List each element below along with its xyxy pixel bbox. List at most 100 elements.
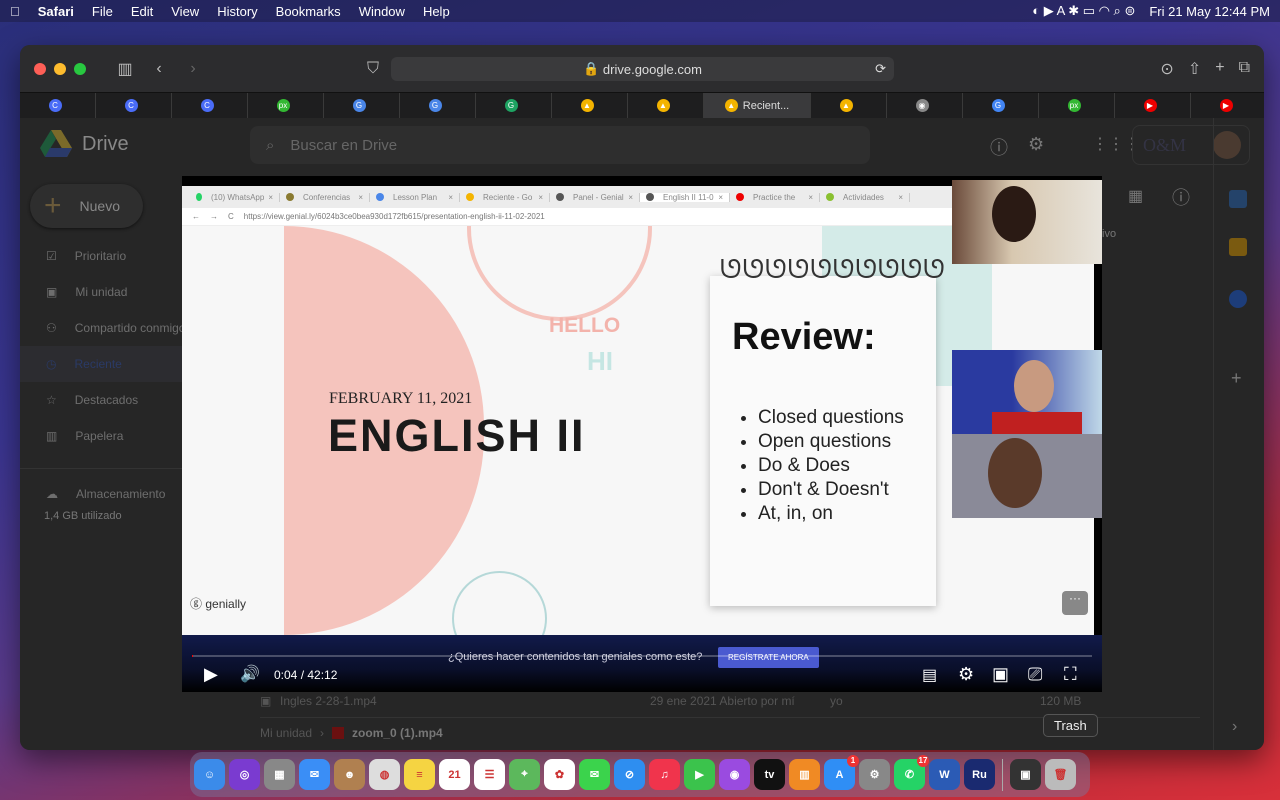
drive-search[interactable]: ⌕ Buscar en Drive: [250, 126, 870, 164]
dock-whatsapp-icon[interactable]: ✆ 17: [894, 755, 929, 790]
video-player[interactable]: (10) WhatsApp × Conferencias × Lesson Plan × R…: [182, 176, 1102, 692]
tasks-icon[interactable]: [1229, 290, 1247, 308]
back-icon[interactable]: ‹: [146, 60, 172, 78]
dock-safari-icon[interactable]: ⊘: [614, 759, 645, 790]
settings-icon[interactable]: ⚙: [1028, 134, 1044, 155]
breadcrumb-root[interactable]: Mi unidad: [260, 726, 312, 740]
browser-tab[interactable]: C: [172, 93, 248, 118]
shield-icon[interactable]: ⛉: [360, 60, 386, 78]
review-bullet: Closed questions: [758, 406, 904, 430]
dock-notes-icon[interactable]: ≡: [404, 759, 435, 790]
clock[interactable]: Fri 21 May 12:44 PM: [1149, 4, 1270, 19]
new-tab-icon[interactable]: +: [1215, 59, 1224, 79]
dock-mail-icon[interactable]: ✉: [299, 759, 330, 790]
storage-item[interactable]: ☁ Almacenamiento: [20, 476, 165, 512]
menu-view[interactable]: View: [171, 4, 199, 19]
grid-view-icon[interactable]: ▦: [1128, 186, 1143, 206]
dock-books-icon[interactable]: ▥: [789, 759, 820, 790]
menu-help[interactable]: Help: [423, 4, 450, 19]
menu-window[interactable]: Window: [359, 4, 405, 19]
dock-siri-icon[interactable]: ◎: [229, 759, 260, 790]
drive-logo[interactable]: Drive: [40, 130, 129, 158]
keep-icon[interactable]: [1229, 238, 1247, 256]
dock-word-icon[interactable]: W: [929, 759, 960, 790]
dock: ☺ ◎ ▦ ✉ ☻ ◍ ≡ 21 ☰ ⌖ ✿ ✉ ⊘ ♫ ▶ ◉ tv ▥ A 1 ⚙ ✆ 17 W Ru ▣ 🗑: [190, 752, 1090, 797]
dock-messages-icon[interactable]: ✉: [579, 759, 610, 790]
browser-tab[interactable]: ▶: [1115, 93, 1191, 118]
forward-icon[interactable]: ›: [180, 60, 206, 78]
dock-app-store-icon[interactable]: A1: [824, 755, 859, 790]
zoom-button[interactable]: [74, 62, 86, 75]
browser-tab[interactable]: C: [96, 93, 172, 118]
favicon-icon: [286, 193, 294, 201]
dock-system-preferences-icon[interactable]: ⚙: [859, 759, 890, 790]
browser-tab[interactable]: px: [1039, 93, 1115, 118]
reload-icon[interactable]: ⟳: [875, 61, 886, 77]
dock-screenshot-icon[interactable]: ▣: [1010, 759, 1041, 790]
dock-facetime-icon[interactable]: ▶: [684, 759, 715, 790]
tab-bar: CCCpxGGG▲▲▲Recient...▲◉Gpx▶▶↓: [20, 92, 1264, 118]
browser-tab[interactable]: px: [248, 93, 324, 118]
fullscreen-icon[interactable]: ⛶: [1064, 664, 1077, 685]
menu-app[interactable]: Safari: [38, 4, 74, 19]
dock-launchpad-icon[interactable]: ▦: [264, 759, 295, 790]
dock-podcasts-icon[interactable]: ◉: [719, 759, 750, 790]
browser-tab[interactable]: G: [963, 93, 1039, 118]
favicon-icon: ▶: [1143, 99, 1157, 112]
webcam-2: [952, 350, 1102, 434]
browser-tab[interactable]: ▲: [552, 93, 628, 118]
menu-bookmarks[interactable]: Bookmarks: [276, 4, 341, 19]
close-button[interactable]: [34, 62, 46, 75]
register-button[interactable]: REGÍSTRATE AHORA: [718, 647, 819, 668]
browser-tab[interactable]: G: [400, 93, 476, 118]
volume-icon[interactable]: 🔊: [240, 664, 260, 684]
add-addon-icon[interactable]: +: [1231, 368, 1242, 389]
miniplayer-icon[interactable]: ▣: [992, 664, 1009, 685]
browser-tab[interactable]: G: [476, 93, 552, 118]
browser-tab[interactable]: ◉: [887, 93, 963, 118]
dock-calendar-icon[interactable]: 21: [439, 759, 470, 790]
browser-tab[interactable]: C: [20, 93, 96, 118]
shared-tab: (10) WhatsApp ×: [190, 192, 280, 202]
help-icon[interactable]: ⓘ: [990, 134, 1008, 160]
play-icon[interactable]: ▶: [204, 664, 218, 685]
menu-history[interactable]: History: [217, 4, 257, 19]
dock-trash-icon[interactable]: 🗑: [1045, 759, 1076, 790]
new-button[interactable]: + Nuevo: [30, 184, 143, 228]
calendar-icon[interactable]: [1229, 190, 1247, 208]
address-bar[interactable]: 🔒 drive.google.com ⟳: [391, 57, 894, 81]
breadcrumb-file: zoom_0 (1).mp4: [352, 726, 443, 740]
info-icon[interactable]: ⓘ: [1172, 184, 1190, 210]
dock-tv-icon[interactable]: tv: [754, 759, 785, 790]
dock-maps-icon[interactable]: ⌖: [509, 759, 540, 790]
dock-finder-icon[interactable]: ☺: [194, 759, 225, 790]
dock-chrome-icon[interactable]: ◍: [369, 759, 400, 790]
slide-hi: HI: [587, 346, 613, 376]
dock-rush-icon[interactable]: Ru: [964, 759, 995, 790]
status-icons[interactable]: ◐ ▶ A ✱ ▭ ◠ ⌕ ⊜: [1032, 3, 1135, 19]
tab-overview-icon[interactable]: ⧉: [1239, 59, 1250, 79]
browser-tab[interactable]: ▶: [1191, 93, 1264, 118]
more-button[interactable]: ···: [1062, 591, 1088, 615]
airplay-icon[interactable]: ⎚: [1028, 664, 1042, 685]
share-icon[interactable]: ⇧: [1188, 59, 1201, 79]
browser-tab[interactable]: G: [324, 93, 400, 118]
progress-bar[interactable]: [192, 655, 1092, 657]
menu-file[interactable]: File: [92, 4, 113, 19]
menu-edit[interactable]: Edit: [131, 4, 153, 19]
dock-reminders-icon[interactable]: ☰: [474, 759, 505, 790]
browser-tab[interactable]: ▲: [628, 93, 704, 118]
browser-tab[interactable]: ▲: [811, 93, 887, 118]
browser-tab-active[interactable]: ▲ Recient...: [704, 93, 811, 118]
apple-icon[interactable]: : [10, 4, 20, 19]
next-icon[interactable]: ›: [1232, 718, 1237, 736]
dock-contacts-icon[interactable]: ☻: [334, 759, 365, 790]
minimize-button[interactable]: [54, 62, 66, 75]
subtitles-icon[interactable]: ▤: [922, 665, 937, 685]
sidebar-icon[interactable]: ▥: [112, 59, 138, 79]
settings-icon[interactable]: ⚙: [958, 664, 974, 685]
dock-photos-icon[interactable]: ✿: [544, 759, 575, 790]
slide-hello: HELLO: [549, 314, 621, 337]
dock-music-icon[interactable]: ♫: [649, 759, 680, 790]
downloads-icon[interactable]: ⊙: [1160, 59, 1173, 79]
